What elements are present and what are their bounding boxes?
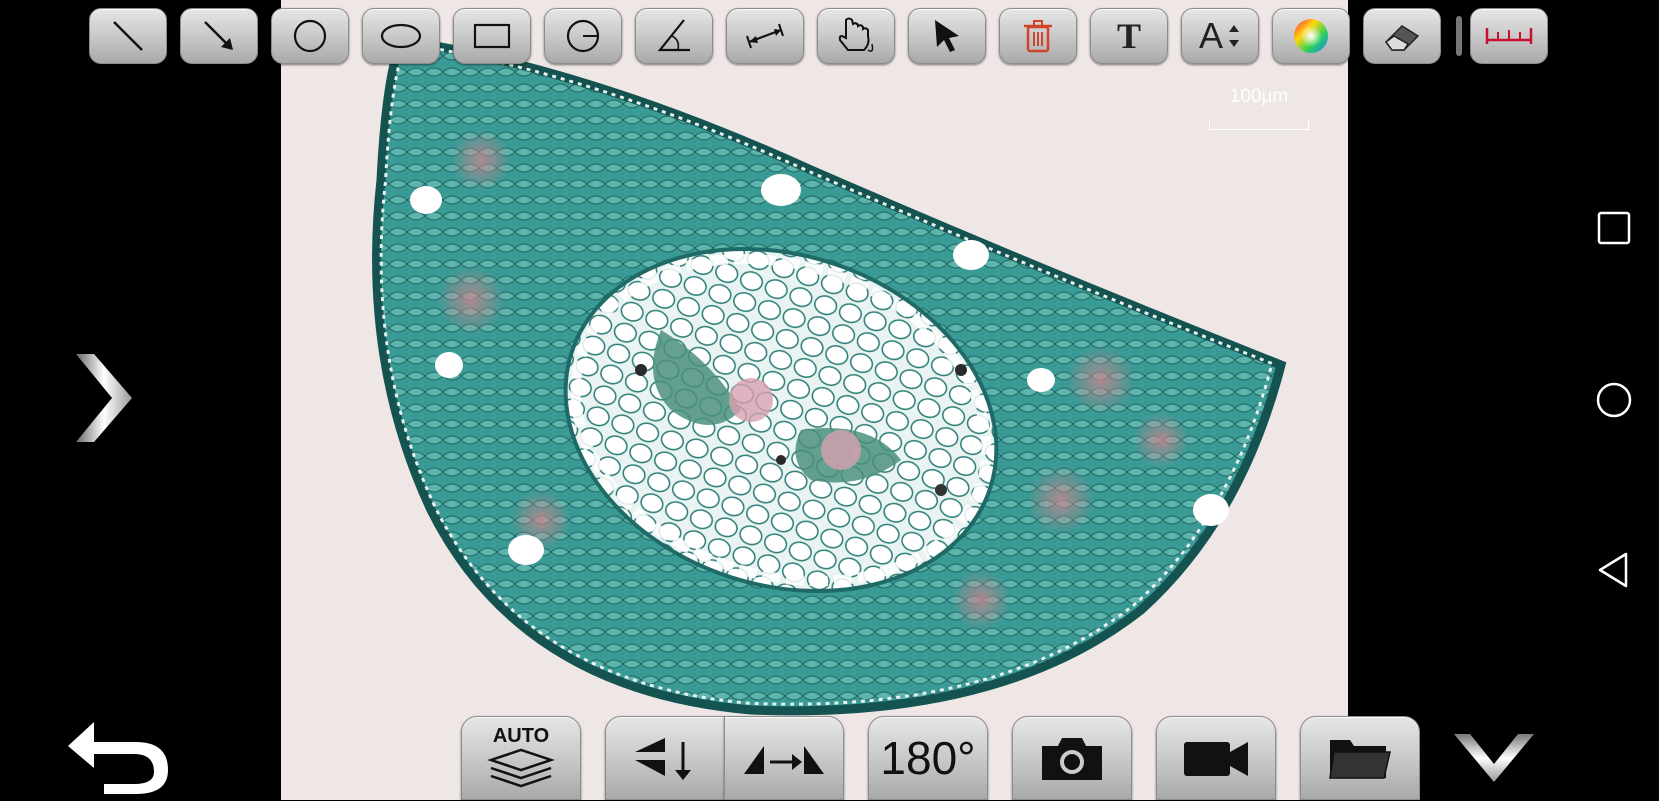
font-size-icon: A bbox=[1198, 15, 1223, 56]
distance-tool-button[interactable] bbox=[726, 8, 804, 64]
chevron-down-icon bbox=[1454, 734, 1534, 782]
home-circle-icon bbox=[1596, 382, 1632, 418]
font-size-tool-button[interactable]: A bbox=[1181, 8, 1259, 64]
circle-icon bbox=[293, 19, 327, 53]
select-tool-button[interactable] bbox=[908, 8, 986, 64]
arrow-tool-button[interactable] bbox=[180, 8, 258, 64]
flip-vertical-button[interactable] bbox=[605, 716, 725, 800]
eraser-tool-button[interactable] bbox=[1363, 8, 1441, 64]
open-folder-button[interactable] bbox=[1300, 716, 1420, 800]
system-back-button[interactable] bbox=[1592, 548, 1636, 592]
text-icon: T bbox=[1116, 16, 1141, 56]
ellipse-icon bbox=[380, 23, 422, 49]
recent-apps-button[interactable] bbox=[1592, 206, 1636, 250]
triangle-back-icon bbox=[1598, 552, 1628, 588]
distance-icon bbox=[746, 23, 784, 49]
layers-icon bbox=[487, 748, 555, 787]
auto-stack-button[interactable]: AUTO bbox=[461, 716, 581, 800]
rectangle-tool-button[interactable] bbox=[453, 8, 531, 64]
calibration-tool-button[interactable] bbox=[1470, 8, 1548, 64]
record-video-button[interactable] bbox=[1156, 716, 1276, 800]
eraser-icon bbox=[1384, 25, 1420, 51]
scale-bar-label: 100μm bbox=[1229, 86, 1289, 107]
ellipse-tool-button[interactable] bbox=[362, 8, 440, 64]
undo-arrow-icon bbox=[68, 722, 168, 794]
rotate-label: 180° bbox=[880, 732, 976, 784]
cursor-icon bbox=[935, 20, 959, 52]
line-icon bbox=[113, 21, 143, 51]
scale-bar-line bbox=[1209, 120, 1309, 130]
hand-pointer-icon bbox=[838, 17, 874, 52]
snapshot-button[interactable] bbox=[1012, 716, 1132, 800]
rectangle-icon bbox=[473, 23, 511, 49]
toolbar-divider bbox=[1456, 16, 1462, 56]
circle-tool-button[interactable] bbox=[271, 8, 349, 64]
folder-icon bbox=[1329, 740, 1391, 779]
circle-radius-icon bbox=[566, 19, 600, 53]
video-camera-icon bbox=[1184, 742, 1248, 776]
angle-icon bbox=[657, 19, 690, 52]
angle-tool-button[interactable] bbox=[635, 8, 713, 64]
line-tool-button[interactable] bbox=[89, 8, 167, 64]
freehand-tool-button[interactable] bbox=[817, 8, 895, 64]
collapse-panel-button[interactable] bbox=[1452, 730, 1536, 786]
chevron-right-icon bbox=[76, 354, 132, 442]
flip-horizontal-icon bbox=[744, 746, 824, 774]
home-button[interactable] bbox=[1592, 378, 1636, 422]
arrow-icon bbox=[204, 21, 233, 50]
ruler-icon bbox=[1485, 28, 1533, 44]
text-tool-button[interactable]: T bbox=[1090, 8, 1168, 64]
color-wheel-icon bbox=[1294, 19, 1328, 53]
delete-tool-button[interactable] bbox=[999, 8, 1077, 64]
three-point-circle-tool-button[interactable] bbox=[544, 8, 622, 64]
camera-icon bbox=[1042, 738, 1102, 780]
color-tool-button[interactable] bbox=[1272, 8, 1350, 64]
trash-icon bbox=[1024, 20, 1052, 53]
square-icon bbox=[1597, 211, 1631, 245]
microscope-viewport[interactable]: 100μm bbox=[281, 0, 1348, 800]
rotate-180-button[interactable]: 180° bbox=[868, 716, 988, 800]
specimen-image bbox=[372, 34, 1287, 716]
expand-panel-button[interactable] bbox=[68, 348, 138, 448]
back-button[interactable] bbox=[64, 716, 174, 796]
scale-bar: 100μm bbox=[1209, 86, 1309, 142]
flip-vertical-icon bbox=[635, 738, 691, 780]
up-down-arrows-icon bbox=[1229, 25, 1239, 47]
flip-horizontal-button[interactable] bbox=[724, 716, 844, 800]
auto-label: AUTO bbox=[492, 724, 550, 747]
